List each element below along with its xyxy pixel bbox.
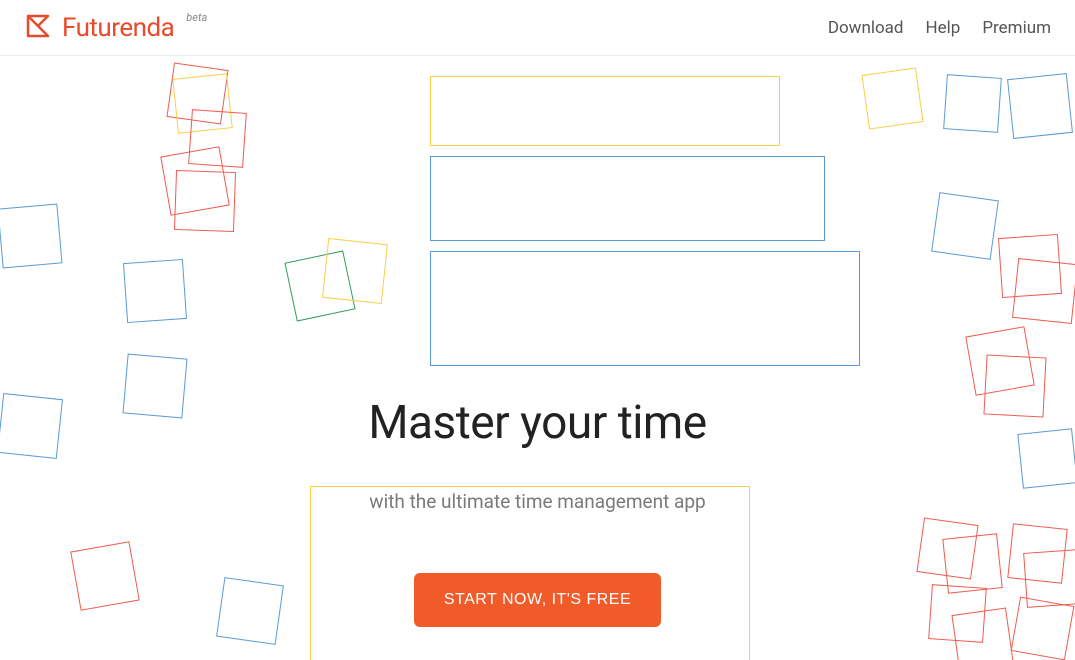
logo[interactable]: Futurenda beta xyxy=(24,13,207,43)
flag-icon xyxy=(24,14,52,42)
brand-name: Futurenda xyxy=(62,13,174,43)
start-now-button[interactable]: START NOW, IT'S FREE xyxy=(414,573,661,627)
hero-subtitle: with the ultimate time management app xyxy=(0,490,1075,513)
hero-section: Master your time with the ultimate time … xyxy=(0,56,1075,660)
hero-content: Master your time with the ultimate time … xyxy=(0,56,1075,627)
nav-download[interactable]: Download xyxy=(828,18,904,38)
hero-title: Master your time xyxy=(0,396,1075,450)
nav-premium[interactable]: Premium xyxy=(982,18,1051,38)
header: Futurenda beta Download Help Premium xyxy=(0,0,1075,56)
beta-badge: beta xyxy=(186,11,207,24)
main-nav: Download Help Premium xyxy=(828,18,1051,38)
nav-help[interactable]: Help xyxy=(926,18,961,38)
